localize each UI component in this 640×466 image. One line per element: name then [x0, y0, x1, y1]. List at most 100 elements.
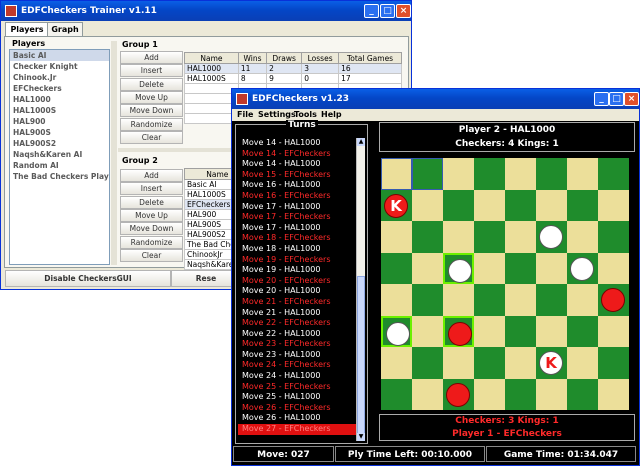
group1-column-header[interactable]: Losses	[301, 52, 340, 64]
group2-move-up-button[interactable]: Move Up	[120, 208, 183, 222]
checker-piece-white[interactable]	[539, 225, 563, 249]
board-square[interactable]	[443, 158, 474, 190]
board-square[interactable]	[567, 347, 598, 379]
player-list-item[interactable]: HAL900S2	[10, 138, 109, 149]
checker-piece-red[interactable]	[446, 382, 470, 407]
board-square[interactable]	[567, 378, 598, 410]
board-square[interactable]	[381, 158, 412, 190]
player-list-item[interactable]: Checker Knight	[10, 61, 109, 72]
board-square[interactable]	[536, 378, 567, 410]
board-square[interactable]	[536, 315, 567, 347]
turn-list-item[interactable]: Move 16 - EFCheckers	[238, 191, 356, 202]
turn-list-item[interactable]: Move 27 - EFCheckers	[238, 424, 356, 435]
board-square[interactable]	[474, 378, 505, 410]
turn-list-item[interactable]: Move 15 - EFCheckers	[238, 170, 356, 181]
board-square[interactable]	[412, 315, 443, 347]
trainer-titlebar[interactable]: EDFCheckers Trainer v1.11 _ □ ×	[1, 1, 411, 21]
group2-delete-button[interactable]: Delete	[120, 195, 183, 209]
split-divider[interactable]	[111, 41, 117, 265]
board-square[interactable]	[598, 252, 629, 284]
board-square[interactable]	[567, 158, 598, 190]
player-list-item[interactable]: Basic AI	[10, 50, 109, 61]
king-piece-red[interactable]: K	[384, 193, 408, 218]
board-square[interactable]	[567, 284, 598, 316]
close-icon[interactable]: ×	[396, 4, 411, 18]
group1-column-header[interactable]: Name	[184, 52, 239, 64]
board-square[interactable]	[598, 221, 629, 253]
tab-graph[interactable]: Graph	[47, 22, 83, 37]
board-square[interactable]	[598, 347, 629, 379]
group2-move-down-button[interactable]: Move Down	[120, 222, 183, 236]
game-titlebar[interactable]: EDFCheckers v1.23 _ □ ×	[232, 89, 639, 109]
board-square[interactable]	[505, 347, 536, 379]
turn-list-item[interactable]: Move 19 - HAL1000	[238, 265, 356, 276]
player-list-item[interactable]: HAL900	[10, 116, 109, 127]
player-list-item[interactable]: The Bad Checkers Player	[10, 171, 109, 182]
board-square[interactable]	[536, 189, 567, 221]
player-list-item[interactable]: HAL900S	[10, 127, 109, 138]
group1-add-button[interactable]: Add	[120, 51, 183, 64]
board-square[interactable]	[412, 284, 443, 316]
turn-list-item[interactable]: Move 25 - HAL1000	[238, 392, 356, 403]
group1-clear-button[interactable]: Clear	[120, 130, 183, 144]
board-square[interactable]	[598, 378, 629, 410]
group1-column-header[interactable]: Total Games	[338, 52, 402, 64]
board-square[interactable]	[412, 158, 443, 190]
board-square[interactable]	[474, 252, 505, 284]
board-square[interactable]	[474, 221, 505, 253]
turn-list-item[interactable]: Move 23 - EFCheckers	[238, 339, 356, 350]
player-list-item[interactable]: Naqsh&Karen AI	[10, 149, 109, 160]
group2-add-button[interactable]: Add	[120, 169, 183, 182]
player-list-item[interactable]: EFCheckers	[10, 83, 109, 94]
turn-list-item[interactable]: Move 26 - HAL1000	[238, 413, 356, 424]
board-square[interactable]	[474, 189, 505, 221]
turn-list-item[interactable]: Move 16 - HAL1000	[238, 180, 356, 191]
player-list-item[interactable]: HAL1000	[10, 94, 109, 105]
menu-help[interactable]: Help	[321, 109, 342, 121]
board-square[interactable]	[505, 158, 536, 190]
board-square[interactable]	[474, 158, 505, 190]
turn-list-item[interactable]: Move 26 - EFCheckers	[238, 403, 356, 414]
turn-list-item[interactable]: Move 23 - HAL1000	[238, 350, 356, 361]
board-square[interactable]	[443, 284, 474, 316]
board-square[interactable]	[443, 378, 474, 410]
scroll-down-icon[interactable]: ▼	[357, 433, 365, 441]
board-square[interactable]	[474, 284, 505, 316]
board-square[interactable]	[381, 252, 412, 284]
player-list-item[interactable]: Chinook.Jr	[10, 72, 109, 83]
board-square[interactable]	[381, 315, 412, 347]
group2-clear-button[interactable]: Clear	[120, 248, 183, 262]
player-list-item[interactable]: Random AI	[10, 160, 109, 171]
board-square[interactable]	[412, 189, 443, 221]
board-square[interactable]	[474, 347, 505, 379]
board-square[interactable]	[598, 189, 629, 221]
board-square[interactable]	[412, 221, 443, 253]
board-square[interactable]	[567, 252, 598, 284]
checker-piece-red[interactable]	[601, 288, 625, 312]
board-square[interactable]	[505, 284, 536, 316]
turn-list-item[interactable]: Move 14 - EFCheckers	[238, 149, 356, 160]
board-square[interactable]	[443, 347, 474, 379]
group1-move-up-button[interactable]: Move Up	[120, 90, 183, 104]
board-square[interactable]	[598, 158, 629, 190]
board-square[interactable]	[381, 347, 412, 379]
group1-column-header[interactable]: Draws	[266, 52, 303, 64]
board-square[interactable]	[381, 221, 412, 253]
group2-insert-button[interactable]: Insert	[120, 182, 183, 196]
board-square[interactable]	[412, 378, 443, 410]
group1-move-down-button[interactable]: Move Down	[120, 104, 183, 118]
table-row[interactable]: HAL1000 11 2 3 16	[184, 63, 402, 74]
menu-file[interactable]: File	[237, 109, 253, 121]
turn-list-item[interactable]: Move 17 - HAL1000	[238, 202, 356, 213]
board-square[interactable]	[536, 158, 567, 190]
board-square[interactable]	[567, 315, 598, 347]
turn-list-item[interactable]: Move 20 - EFCheckers	[238, 276, 356, 287]
turn-list-item[interactable]: Move 24 - EFCheckers	[238, 360, 356, 371]
board-square[interactable]	[412, 347, 443, 379]
turns-scrollbar[interactable]: ▲ ▼	[356, 138, 365, 441]
board-square[interactable]	[412, 252, 443, 284]
maximize-icon[interactable]: □	[609, 92, 624, 106]
turn-list-item[interactable]: Move 22 - HAL1000	[238, 329, 356, 340]
turn-list-item[interactable]: Move 18 - HAL1000	[238, 244, 356, 255]
minimize-icon[interactable]: _	[364, 4, 379, 18]
